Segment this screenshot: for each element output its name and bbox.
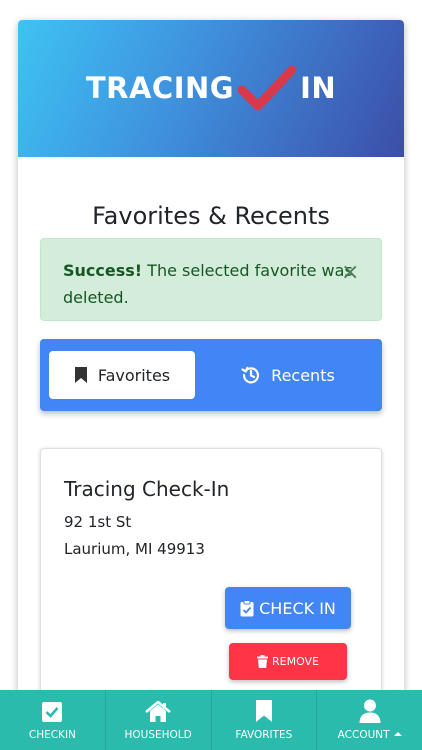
favorite-address-line1: 92 1st St [64,513,132,531]
nav-checkin-label: CHECKIN [28,729,76,741]
logo-text-right: IN [300,71,337,105]
user-icon [359,699,381,723]
check-in-label: CHECK IN [259,598,336,618]
bottom-navigation: CHECKIN HOUSEHOLD FAVORITES ACCOUNT [0,690,422,750]
bookmark-icon [74,367,87,383]
tab-recents[interactable]: Recents [204,351,372,399]
header-banner: TRACING IN [18,20,404,157]
nav-checkin[interactable]: CHECKIN [0,690,106,750]
tab-recents-label: Recents [271,365,335,385]
tab-favorites-label: Favorites [97,365,171,385]
logo-check-icon [237,65,297,111]
logo-text-left: TRACING [85,71,235,105]
trash-icon [256,655,268,668]
alert-strong: Success! [63,261,143,280]
check-in-button[interactable]: CHECK IN [225,587,351,629]
favorites-recents-toggle: Favorites Recents [40,339,382,411]
nav-favorites-label: FAVORITES [235,729,293,741]
caret-up-icon [393,732,402,736]
app-container: TRACING IN Favorites & Recents Success! … [18,20,404,720]
nav-account-label-wrap: ACCOUNT [338,729,402,741]
favorite-name: Tracing Check-In [64,477,230,501]
close-icon[interactable]: × [341,262,359,284]
history-icon [241,366,260,384]
app-logo[interactable]: TRACING IN [18,58,404,118]
favorite-card: Tracing Check-In 92 1st St Laurium, MI 4… [40,448,382,720]
success-alert: Success! The selected favorite was delet… [40,238,382,321]
page-title: Favorites & Recents [92,202,330,230]
clipboard-check-icon [240,599,254,616]
nav-account-label: ACCOUNT [337,729,390,741]
home-icon [144,699,172,723]
bookmark-icon [255,699,273,723]
remove-label: REMOVE [271,655,320,668]
nav-favorites[interactable]: FAVORITES [212,690,318,750]
nav-household-label: HOUSEHOLD [124,729,192,741]
checkbox-icon [41,699,63,723]
remove-button[interactable]: REMOVE [229,643,347,680]
favorite-address-line2: Laurium, MI 49913 [64,540,205,558]
nav-account[interactable]: ACCOUNT [317,690,422,750]
nav-household[interactable]: HOUSEHOLD [106,690,212,750]
tab-favorites[interactable]: Favorites [49,351,195,399]
